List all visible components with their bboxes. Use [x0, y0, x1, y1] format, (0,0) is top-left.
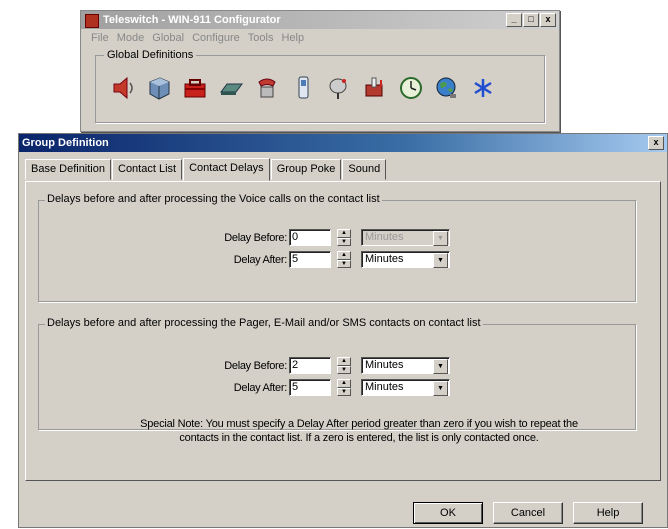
spin-up-icon[interactable]: ▲	[337, 229, 351, 238]
voice-delay-before-row: Delay Before: 0 ▲ ▼ Minutes ▼	[217, 229, 450, 246]
tab-contact-delays[interactable]: Contact Delays	[183, 158, 270, 181]
menu-global[interactable]: Global	[152, 32, 184, 44]
pager-delays-group: Delays before and after processing the P…	[38, 317, 636, 430]
configurator-window: Teleswitch - WIN-911 Configurator _ □ x …	[80, 10, 560, 132]
dialog-close-button[interactable]: x	[648, 136, 664, 150]
modem-icon[interactable]	[218, 72, 244, 104]
close-button[interactable]: x	[540, 13, 556, 27]
pager-delay-before-row: Delay Before: 2 ▲ ▼ Minutes ▼	[217, 357, 450, 374]
tab-base-definition[interactable]: Base Definition	[25, 159, 111, 180]
clock-icon[interactable]	[398, 72, 424, 104]
voice-delay-before-unit-select: Minutes ▼	[361, 229, 450, 246]
voice-delay-after-spinner[interactable]: ▲ ▼	[337, 251, 351, 268]
voice-delay-after-row: Delay After: 5 ▲ ▼ Minutes ▼	[217, 251, 450, 268]
global-definitions-group: Global Definitions	[95, 49, 545, 123]
special-note-line-2: contacts in the contact list. If a zero …	[179, 432, 539, 444]
voice-delays-group: Delays before and after processing the V…	[38, 193, 636, 302]
chevron-down-icon[interactable]: ▼	[433, 359, 448, 374]
spin-down-icon[interactable]: ▼	[337, 387, 351, 396]
spin-up-icon[interactable]: ▲	[337, 379, 351, 388]
satellite-dish-icon[interactable]	[326, 72, 352, 104]
voice-delay-after-input[interactable]: 5	[289, 251, 331, 268]
pager-delay-after-spinner[interactable]: ▲ ▼	[337, 379, 351, 396]
chevron-down-icon: ▼	[433, 231, 448, 246]
pager-delay-before-spinner[interactable]: ▲ ▼	[337, 357, 351, 374]
dialog-title: Group Definition	[22, 137, 109, 149]
tab-sound[interactable]: Sound	[342, 159, 387, 180]
pager-delay-after-input[interactable]: 5	[289, 379, 331, 396]
minimize-button[interactable]: _	[506, 13, 522, 27]
voice-delays-label: Delays before and after processing the V…	[45, 193, 382, 205]
pager-delay-after-label: Delay After:	[233, 381, 288, 394]
menu-configure[interactable]: Configure	[192, 32, 240, 44]
voice-delay-after-unit-select[interactable]: Minutes ▼	[361, 251, 450, 268]
pager-delay-before-unit-select[interactable]: Minutes ▼	[361, 357, 450, 374]
spin-down-icon[interactable]: ▼	[337, 259, 351, 268]
spin-up-icon[interactable]: ▲	[337, 357, 351, 366]
cube-icon[interactable]	[146, 72, 172, 104]
menu-file[interactable]: File	[91, 32, 109, 44]
special-note: Special Note: You must specify a Delay A…	[79, 417, 639, 445]
voice-delay-before-label: Delay Before:	[224, 231, 287, 244]
tab-strip: Base Definition Contact List Contact Del…	[25, 158, 387, 181]
chevron-down-icon[interactable]: ▼	[433, 253, 448, 268]
mailbox-icon[interactable]	[362, 72, 388, 104]
app-icon	[85, 14, 99, 28]
voice-delay-before-input[interactable]: 0	[289, 229, 331, 246]
help-button[interactable]: Help	[573, 502, 643, 524]
cancel-button[interactable]: Cancel	[493, 502, 563, 524]
menu-mode[interactable]: Mode	[117, 32, 145, 44]
voice-delay-before-spinner[interactable]: ▲ ▼	[337, 229, 351, 246]
tab-group-poke[interactable]: Group Poke	[270, 159, 342, 180]
ok-button[interactable]: OK	[413, 502, 483, 524]
spin-down-icon[interactable]: ▼	[337, 237, 351, 246]
pager-delay-after-unit: Minutes	[365, 381, 404, 393]
voice-delay-after-unit: Minutes	[365, 253, 404, 265]
pager-delay-after-row: Delay After: 5 ▲ ▼ Minutes ▼	[217, 379, 450, 396]
group-definition-dialog: Group Definition x Base Definition Conta…	[18, 133, 668, 528]
spin-up-icon[interactable]: ▲	[337, 251, 351, 260]
pager-delay-before-unit: Minutes	[365, 359, 404, 371]
speaker-icon[interactable]	[110, 72, 136, 104]
pager-delays-label: Delays before and after processing the P…	[45, 317, 483, 329]
menu-tools[interactable]: Tools	[248, 32, 274, 44]
special-note-line-1: Special Note: You must specify a Delay A…	[140, 418, 578, 430]
pager-delay-after-unit-select[interactable]: Minutes ▼	[361, 379, 450, 396]
configurator-title-bar[interactable]: Teleswitch - WIN-911 Configurator _ □ x	[81, 11, 559, 29]
voice-delay-after-label: Delay After:	[233, 253, 288, 266]
pager-delay-before-label: Delay Before:	[224, 359, 287, 372]
pager-icon[interactable]	[290, 72, 316, 104]
maximize-button[interactable]: □	[523, 13, 539, 27]
chevron-down-icon[interactable]: ▼	[433, 381, 448, 396]
dialog-title-bar[interactable]: Group Definition x	[19, 134, 667, 152]
pager-delay-before-input[interactable]: 2	[289, 357, 331, 374]
global-definitions-label: Global Definitions	[104, 49, 197, 61]
globe-icon[interactable]	[434, 72, 460, 104]
star-icon[interactable]	[470, 72, 496, 104]
toolbox-icon[interactable]	[182, 72, 208, 104]
configurator-title: Teleswitch - WIN-911 Configurator	[103, 14, 281, 26]
tab-contact-list[interactable]: Contact List	[112, 159, 183, 180]
menu-bar: File Mode Global Configure Tools Help	[81, 29, 559, 47]
voice-delay-before-unit: Minutes	[365, 231, 404, 243]
spin-down-icon[interactable]: ▼	[337, 365, 351, 374]
menu-help[interactable]: Help	[281, 32, 304, 44]
phone-icon[interactable]	[254, 72, 280, 104]
